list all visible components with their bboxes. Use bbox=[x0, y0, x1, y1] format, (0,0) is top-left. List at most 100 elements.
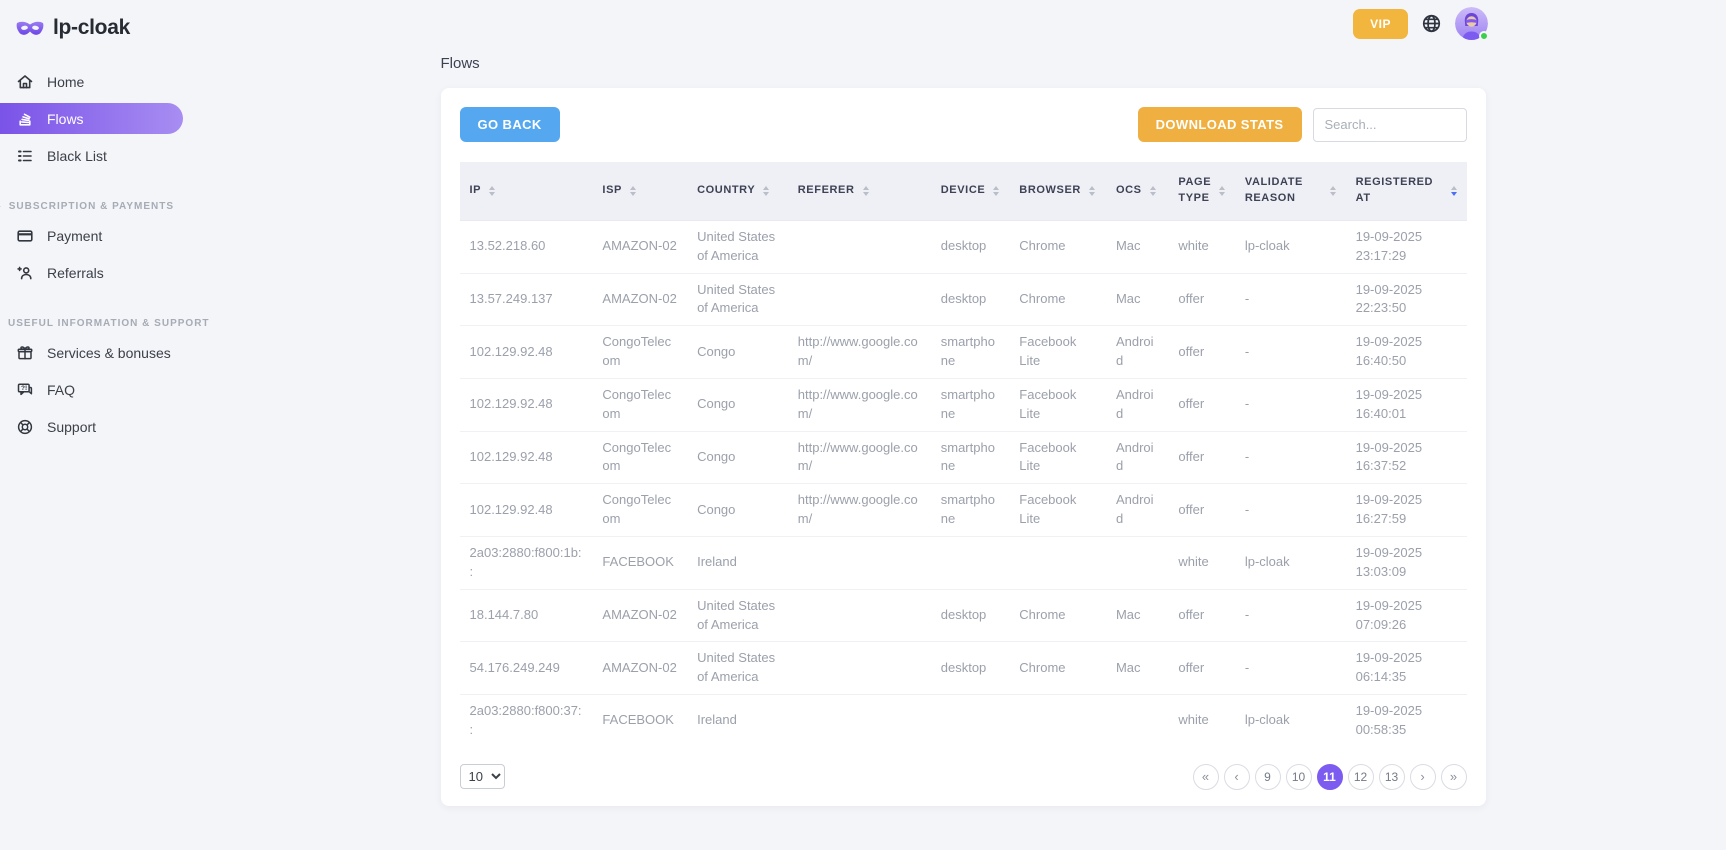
page-button[interactable]: 12 bbox=[1348, 764, 1374, 790]
table-cell: Android bbox=[1106, 378, 1168, 431]
brand: lp-cloak bbox=[0, 8, 200, 60]
table-cell: United States of America bbox=[687, 273, 788, 326]
table-cell: 19-09-2025 22:23:50 bbox=[1346, 273, 1467, 326]
table-cell: lp-cloak bbox=[1235, 537, 1346, 590]
column-header[interactable]: ISP bbox=[592, 162, 687, 220]
table-cell bbox=[931, 695, 1010, 747]
table-cell bbox=[788, 642, 931, 695]
table-cell: 19-09-2025 06:14:35 bbox=[1346, 642, 1467, 695]
sidebar-item-black-list[interactable]: Black List bbox=[0, 140, 200, 171]
sidebar-item-label: Support bbox=[47, 419, 96, 435]
table-cell: CongoTelecom bbox=[592, 431, 687, 484]
go-back-button[interactable]: GO BACK bbox=[460, 107, 560, 142]
table-cell: 2a03:2880:f800:37:: bbox=[460, 695, 593, 747]
table-cell: - bbox=[1235, 378, 1346, 431]
sidebar-item-referrals[interactable]: Referrals bbox=[0, 257, 200, 288]
sidebar-item-label: Black List bbox=[47, 148, 107, 164]
table-cell bbox=[788, 589, 931, 642]
page-button[interactable]: 13 bbox=[1379, 764, 1405, 790]
table-cell: 18.144.7.80 bbox=[460, 589, 593, 642]
page-button[interactable]: 9 bbox=[1255, 764, 1281, 790]
mask-logo-icon bbox=[16, 20, 44, 37]
sidebar-item-flows[interactable]: Flows bbox=[0, 103, 183, 134]
search-input[interactable] bbox=[1313, 108, 1467, 142]
svg-text:?!: ?! bbox=[21, 384, 27, 391]
credit-card-icon bbox=[16, 227, 34, 245]
table-cell: http://www.google.com/ bbox=[788, 484, 931, 537]
table-cell: offer bbox=[1168, 484, 1234, 537]
sidebar-section-title: SUBSCRIPTION & PAYMENTS bbox=[0, 201, 200, 212]
sort-icon bbox=[763, 186, 769, 196]
table-cell: desktop bbox=[931, 220, 1010, 273]
sidebar-item-label: Payment bbox=[47, 228, 102, 244]
table-cell: http://www.google.com/ bbox=[788, 378, 931, 431]
column-header[interactable]: BROWSER bbox=[1009, 162, 1106, 220]
sidebar-item-payment[interactable]: Payment bbox=[0, 220, 200, 251]
sidebar-item-faq[interactable]: ?! FAQ bbox=[0, 374, 200, 405]
column-header[interactable]: PAGE TYPE bbox=[1168, 162, 1234, 220]
table-cell: - bbox=[1235, 589, 1346, 642]
table-cell bbox=[1106, 695, 1168, 747]
table-header-row: IP ISP COUNTRY REFERER DEVICE bbox=[460, 162, 1467, 220]
table-cell bbox=[1106, 537, 1168, 590]
language-globe-icon[interactable] bbox=[1421, 13, 1442, 34]
table-cell: AMAZON-02 bbox=[592, 273, 687, 326]
vip-button[interactable]: VIP bbox=[1353, 9, 1408, 39]
table-cell: smartphone bbox=[931, 326, 1010, 379]
table-cell: CongoTelecom bbox=[592, 378, 687, 431]
user-avatar[interactable] bbox=[1455, 7, 1488, 40]
column-header[interactable]: REGISTERED AT bbox=[1346, 162, 1467, 220]
table-cell: 102.129.92.48 bbox=[460, 326, 593, 379]
page-button[interactable]: 10 bbox=[1286, 764, 1312, 790]
column-header[interactable]: DEVICE bbox=[931, 162, 1010, 220]
first-page-button[interactable]: « bbox=[1193, 764, 1219, 790]
column-header[interactable]: REFERER bbox=[788, 162, 931, 220]
sidebar-section-title: USEFUL INFORMATION & SUPPORT bbox=[0, 318, 200, 329]
column-header[interactable]: OCS bbox=[1106, 162, 1168, 220]
table-cell bbox=[788, 695, 931, 747]
table-cell: - bbox=[1235, 326, 1346, 379]
table-cell: offer bbox=[1168, 378, 1234, 431]
table-cell: Congo bbox=[687, 431, 788, 484]
toolbar: GO BACK DOWNLOAD STATS bbox=[460, 107, 1467, 142]
sort-icon bbox=[1089, 186, 1095, 196]
prev-page-button[interactable]: ‹ bbox=[1224, 764, 1250, 790]
table-cell: smartphone bbox=[931, 484, 1010, 537]
table-cell: 19-09-2025 16:40:01 bbox=[1346, 378, 1467, 431]
table-cell: lp-cloak bbox=[1235, 220, 1346, 273]
table-cell: http://www.google.com/ bbox=[788, 431, 931, 484]
sidebar-item-services-bonuses[interactable]: Services & bonuses bbox=[0, 337, 200, 368]
table-cell: Chrome bbox=[1009, 273, 1106, 326]
table-cell: offer bbox=[1168, 589, 1234, 642]
table-cell: United States of America bbox=[687, 220, 788, 273]
table-cell: offer bbox=[1168, 273, 1234, 326]
table-cell: white bbox=[1168, 537, 1234, 590]
flows-card: GO BACK DOWNLOAD STATS IP ISP COUNTRY bbox=[441, 88, 1486, 806]
table-cell: Mac bbox=[1106, 273, 1168, 326]
sort-icon bbox=[1150, 186, 1156, 196]
page-title: Flows bbox=[441, 55, 1486, 72]
next-page-button[interactable]: › bbox=[1410, 764, 1436, 790]
table-row: 102.129.92.48CongoTelecomCongohttp://www… bbox=[460, 431, 1467, 484]
table-row: 2a03:2880:f800:1b::FACEBOOKIrelandwhitel… bbox=[460, 537, 1467, 590]
last-page-button[interactable]: » bbox=[1441, 764, 1467, 790]
table-row: 18.144.7.80AMAZON-02United States of Ame… bbox=[460, 589, 1467, 642]
sidebar-item-support[interactable]: Support bbox=[0, 411, 200, 442]
download-stats-button[interactable]: DOWNLOAD STATS bbox=[1138, 107, 1302, 142]
page-button[interactable]: 11 bbox=[1317, 764, 1343, 790]
table-cell: 102.129.92.48 bbox=[460, 431, 593, 484]
sort-icon bbox=[863, 186, 869, 196]
table-cell bbox=[788, 537, 931, 590]
sidebar-item-label: Home bbox=[47, 74, 84, 90]
table-cell: Facebook Lite bbox=[1009, 378, 1106, 431]
topbar: VIP bbox=[1353, 7, 1488, 40]
table-cell: Android bbox=[1106, 326, 1168, 379]
sidebar-item-home[interactable]: Home bbox=[0, 66, 200, 97]
home-icon bbox=[16, 73, 34, 91]
brand-name: lp-cloak bbox=[53, 16, 130, 40]
page-size-select[interactable]: 10 bbox=[460, 764, 505, 789]
column-header[interactable]: IP bbox=[460, 162, 593, 220]
column-header[interactable]: VALIDATE REASON bbox=[1235, 162, 1346, 220]
table-cell: Mac bbox=[1106, 220, 1168, 273]
column-header[interactable]: COUNTRY bbox=[687, 162, 788, 220]
